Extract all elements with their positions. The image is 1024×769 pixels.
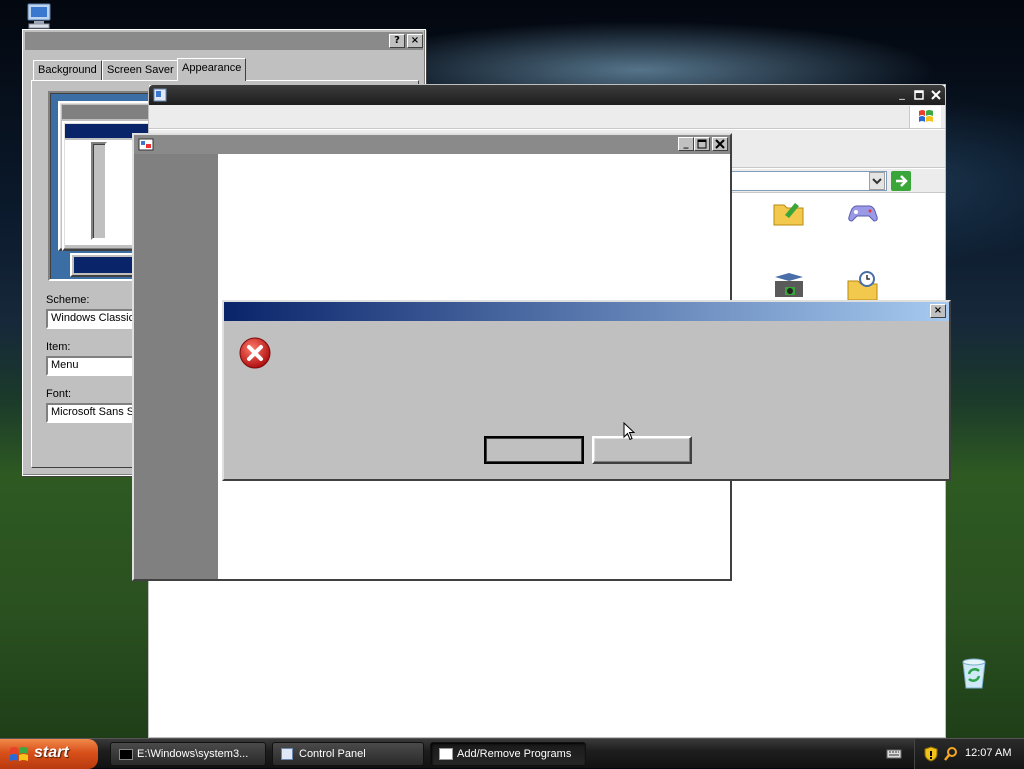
security-shield-icon[interactable]: [923, 746, 939, 762]
minimize-button[interactable]: _: [678, 137, 694, 151]
cancel-button[interactable]: [592, 436, 692, 464]
item-label: Item:: [46, 341, 71, 353]
address-input[interactable]: [709, 171, 887, 191]
close-icon[interactable]: [929, 88, 943, 102]
keyboard-icon[interactable]: [886, 748, 902, 760]
go-arrow-icon[interactable]: [891, 171, 911, 191]
control-panel-icon: [281, 748, 293, 761]
scheme-label: Scheme:: [46, 294, 90, 306]
recycle-bin-icon[interactable]: [958, 656, 990, 690]
add-remove-sidebar: [134, 154, 218, 579]
error-dialog-close-button[interactable]: ×: [930, 304, 946, 318]
error-dialog-titlebar: ×: [224, 302, 949, 321]
search-icon[interactable]: [943, 746, 959, 762]
command-prompt-icon: [119, 748, 133, 760]
start-button[interactable]: start: [0, 739, 98, 769]
taskbar-item-label: Add/Remove Programs: [457, 748, 572, 761]
tab-background[interactable]: Background: [33, 60, 102, 80]
taskbar-item-command-prompt[interactable]: E:\Windows\system3...: [110, 742, 266, 766]
taskbar-item-label: E:\Windows\system3...: [137, 748, 249, 761]
tab-screen-saver[interactable]: Screen Saver: [102, 60, 179, 80]
taskbar: start E:\Windows\system3... Control Pane…: [0, 738, 1024, 769]
scheduled-tasks-icon[interactable]: [845, 269, 881, 303]
control-panel-titlebar: _: [149, 85, 945, 105]
tab-appearance[interactable]: Appearance: [177, 58, 247, 81]
help-button[interactable]: ?: [389, 34, 405, 48]
control-panel-menubar: [149, 105, 945, 129]
error-dialog: ×: [222, 300, 951, 481]
error-icon: [238, 336, 272, 370]
ok-button[interactable]: [484, 436, 584, 464]
maximize-button[interactable]: [694, 137, 710, 151]
close-button[interactable]: [712, 137, 728, 151]
add-remove-programs-icon: [439, 748, 453, 761]
display-properties-titlebar: ? ×: [25, 32, 423, 50]
clock[interactable]: 12:07 AM: [965, 747, 1011, 759]
mouse-cursor-icon: [623, 421, 637, 442]
start-label: start: [34, 744, 69, 761]
maximize-icon[interactable]: [912, 88, 926, 102]
game-controllers-icon[interactable]: [845, 197, 881, 227]
preview-scrollbar: [91, 142, 107, 240]
minimize-icon[interactable]: _: [895, 88, 909, 102]
taskbar-item-label: Control Panel: [299, 748, 366, 761]
system-tray: 12:07 AM: [914, 739, 1024, 769]
control-panel-window-icon: [153, 88, 167, 102]
scanners-cameras-icon[interactable]: [771, 269, 807, 303]
add-remove-titlebar: _: [134, 135, 730, 154]
close-button[interactable]: ×: [407, 34, 423, 48]
font-label: Font:: [46, 388, 72, 400]
address-dropdown-arrow-icon[interactable]: [869, 172, 885, 190]
folder-options-icon[interactable]: [771, 195, 807, 229]
add-remove-programs-icon: [138, 137, 154, 152]
windows-flag-icon: [8, 745, 30, 763]
taskbar-item-add-remove-programs[interactable]: Add/Remove Programs: [430, 742, 586, 766]
my-computer-desktop-icon[interactable]: [22, 2, 56, 30]
windows-logo-icon: [909, 106, 941, 128]
taskbar-item-control-panel[interactable]: Control Panel: [272, 742, 424, 766]
